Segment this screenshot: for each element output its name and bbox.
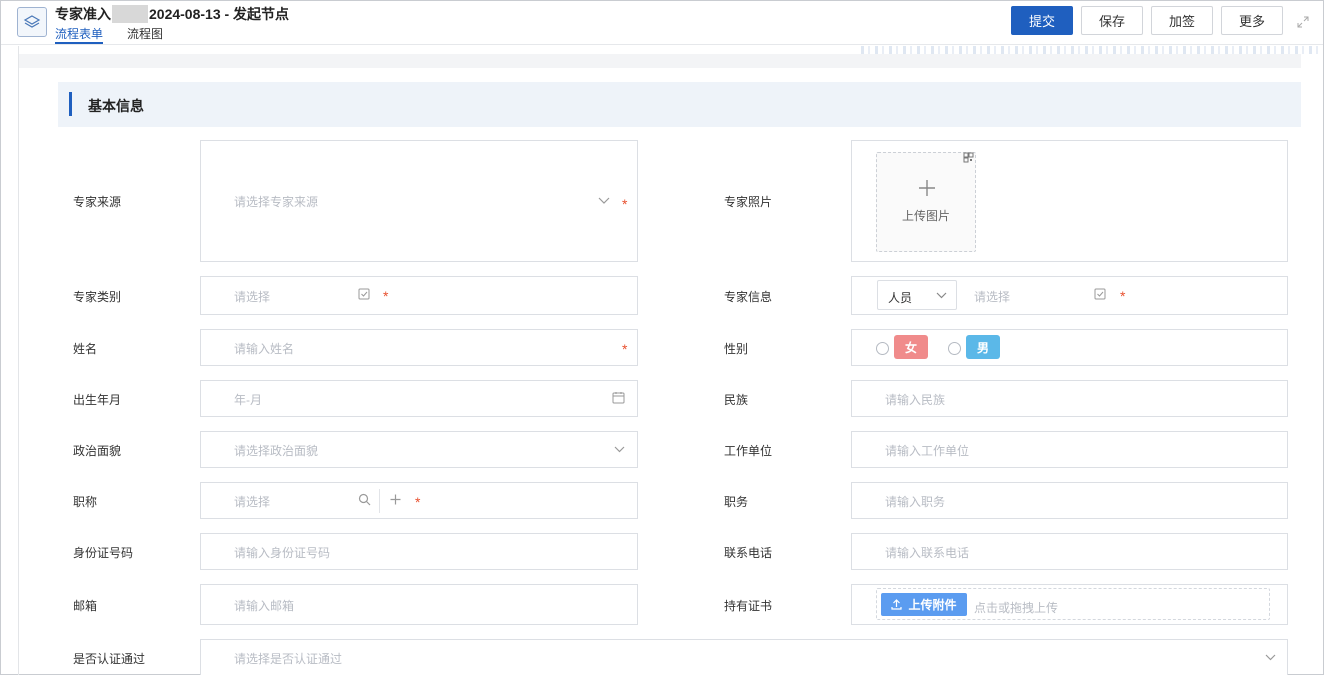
more-button[interactable]: 更多 (1220, 6, 1283, 35)
chevron-down-icon (614, 446, 625, 453)
name-input[interactable]: 请输入姓名 * (200, 329, 638, 366)
plus-icon[interactable] (390, 494, 401, 505)
section-header: 基本信息 (58, 82, 1301, 127)
page-title: 专家准入 2024-08-13 - 发起节点 (55, 5, 289, 23)
certificate-field: 上传附件 点击或拖拽上传 (851, 584, 1288, 625)
redacted-block (112, 5, 148, 23)
upload-image-text: 上传图片 (901, 209, 950, 223)
id-number-label: 身份证号码 (73, 546, 134, 560)
id-number-placeholder: 请输入身份证号码 (234, 546, 331, 560)
expert-info-placeholder[interactable]: 请选择 (974, 288, 1010, 305)
gender-radio-group: 女 男 (851, 329, 1288, 366)
chevron-down-icon (936, 292, 947, 299)
select-checkbox-icon[interactable] (1094, 288, 1107, 301)
name-placeholder: 请输入姓名 (234, 342, 295, 356)
divider (19, 54, 1301, 68)
action-bar: 提交 保存 加签 更多 (1010, 6, 1283, 35)
calendar-icon (612, 392, 625, 404)
birth-label: 出生年月 (73, 393, 122, 407)
male-tag[interactable]: 男 (966, 335, 1000, 359)
title-suffix: 2024-08-13 - 发起节点 (149, 6, 290, 22)
add-sign-button[interactable]: 加签 (1150, 6, 1213, 35)
layers-icon[interactable] (17, 7, 47, 37)
email-label: 邮箱 (73, 599, 98, 613)
save-button[interactable]: 保存 (1080, 6, 1143, 35)
position-label: 职务 (724, 495, 749, 509)
radio-female[interactable] (876, 342, 889, 355)
expert-source-label: 专家来源 (73, 195, 122, 209)
expert-category-select[interactable]: 请选择 * (200, 276, 638, 315)
search-icon[interactable] (358, 493, 371, 506)
ethnicity-placeholder: 请输入民族 (885, 393, 946, 407)
chevron-down-icon (598, 197, 610, 204)
section-accent-bar (69, 92, 72, 116)
upload-icon (891, 599, 903, 610)
expert-photo-label: 专家照片 (724, 195, 773, 209)
work-unit-label: 工作单位 (724, 444, 773, 458)
certified-label: 是否认证通过 (73, 652, 146, 666)
expand-icon[interactable] (1297, 16, 1309, 28)
tab-bar: 流程表单 流程图 (55, 26, 163, 44)
title-prefix: 专家准入 (55, 6, 111, 22)
divider (379, 489, 380, 513)
qr-code-icon[interactable] (963, 152, 974, 163)
expert-info-field: 人员 请选择 * (851, 276, 1288, 315)
work-unit-input[interactable]: 请输入工作单位 (851, 431, 1288, 468)
job-title-label: 职称 (73, 495, 98, 509)
upload-attachment-button[interactable]: 上传附件 (881, 593, 967, 616)
plus-icon (919, 180, 935, 196)
select-checkbox-icon[interactable] (358, 288, 371, 301)
job-title-field: 请选择 * (200, 482, 638, 519)
upload-hint: 点击或拖拽上传 (974, 601, 1059, 615)
gender-label: 性别 (724, 342, 749, 356)
radio-male[interactable] (948, 342, 961, 355)
email-input[interactable]: 请输入邮箱 (200, 584, 638, 625)
divider (18, 46, 19, 675)
ethnicity-input[interactable]: 请输入民族 (851, 380, 1288, 417)
certificate-label: 持有证书 (724, 599, 773, 613)
expert-category-label: 专家类别 (73, 290, 122, 304)
submit-button[interactable]: 提交 (1010, 6, 1073, 35)
ethnicity-label: 民族 (724, 393, 749, 407)
birth-date-picker[interactable]: 年-月 (200, 380, 638, 417)
political-placeholder: 请选择政治面貌 (234, 444, 319, 458)
position-input[interactable]: 请输入职务 (851, 482, 1288, 519)
required-mark: * (622, 196, 628, 212)
political-select[interactable]: 请选择政治面貌 (200, 431, 638, 468)
expert-info-label: 专家信息 (724, 290, 773, 304)
email-placeholder: 请输入邮箱 (234, 599, 295, 613)
expert-photo-field: 上传图片 (851, 140, 1288, 262)
decorative-stripe (861, 46, 1323, 54)
name-label: 姓名 (73, 342, 98, 356)
required-mark: * (383, 288, 389, 304)
birth-placeholder: 年-月 (234, 393, 262, 407)
certified-select[interactable]: 请选择是否认证通过 (200, 639, 1288, 675)
upload-attachment-label: 上传附件 (908, 598, 957, 612)
tab-flowchart[interactable]: 流程图 (127, 26, 163, 44)
required-mark: * (1120, 288, 1126, 304)
phone-label: 联系电话 (724, 546, 773, 560)
certificate-dropzone[interactable]: 上传附件 点击或拖拽上传 (876, 588, 1270, 620)
phone-input[interactable]: 请输入联系电话 (851, 533, 1288, 570)
certified-placeholder: 请选择是否认证通过 (234, 652, 343, 666)
expert-category-placeholder: 请选择 (234, 290, 271, 304)
required-mark: * (622, 341, 628, 357)
position-placeholder: 请输入职务 (885, 495, 946, 509)
expert-info-type-select[interactable]: 人员 (877, 280, 957, 310)
section-title: 基本信息 (88, 98, 144, 114)
phone-placeholder: 请输入联系电话 (885, 546, 970, 560)
expert-source-select[interactable]: 请选择专家来源 * (200, 140, 638, 262)
work-unit-placeholder: 请输入工作单位 (885, 444, 970, 458)
chevron-down-icon (1265, 654, 1276, 661)
id-number-input[interactable]: 请输入身份证号码 (200, 533, 638, 570)
job-title-placeholder[interactable]: 请选择 (234, 493, 270, 510)
tab-form[interactable]: 流程表单 (55, 26, 104, 44)
photo-upload-card[interactable]: 上传图片 (876, 152, 976, 252)
header: 专家准入 2024-08-13 - 发起节点 流程表单 流程图 提交 保存 加签… (1, 1, 1323, 45)
female-tag[interactable]: 女 (894, 335, 928, 359)
required-mark: * (415, 494, 421, 510)
expert-info-type-value: 人员 (888, 291, 913, 305)
political-label: 政治面貌 (73, 444, 122, 458)
expert-source-placeholder: 请选择专家来源 (234, 195, 319, 209)
